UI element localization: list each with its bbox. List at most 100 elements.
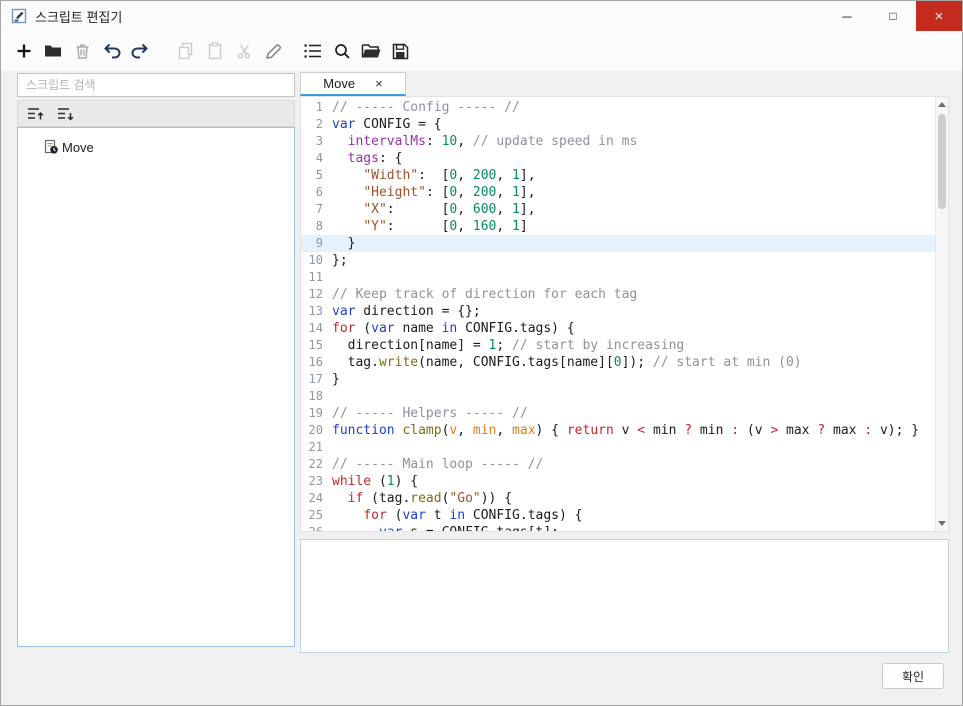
delete-button[interactable]: [71, 38, 93, 64]
code-line[interactable]: 16 tag.write(name, CONFIG.tags[name][0])…: [301, 354, 935, 371]
code-line[interactable]: 12// Keep track of direction for each ta…: [301, 286, 935, 303]
scrollbar-thumb[interactable]: [938, 114, 946, 209]
code-text: // Keep track of direction for each tag: [332, 286, 637, 303]
line-number: 6: [301, 184, 332, 201]
code-line[interactable]: 3 intervalMs: 10, // update speed in ms: [301, 133, 935, 150]
maximize-button[interactable]: □: [870, 1, 916, 31]
line-number: 2: [301, 116, 332, 133]
line-number: 8: [301, 218, 332, 235]
window-title: 스크립트 편집기: [35, 7, 122, 26]
code-line[interactable]: 22// ----- Main loop ----- //: [301, 456, 935, 473]
code-line[interactable]: 11: [301, 269, 935, 286]
toolbar: [1, 31, 962, 71]
scroll-down-arrow-icon[interactable]: [938, 521, 946, 526]
line-number: 20: [301, 422, 332, 439]
code-text: var direction = {};: [332, 303, 481, 320]
code-line[interactable]: 19// ----- Helpers ----- //: [301, 405, 935, 422]
code-line[interactable]: 5 "Width": [0, 200, 1],: [301, 167, 935, 184]
editor-scrollbar[interactable]: [935, 97, 948, 531]
app-icon: [11, 8, 27, 24]
line-number: 12: [301, 286, 332, 303]
expand-all-button[interactable]: [54, 103, 76, 125]
code-line[interactable]: 17}: [301, 371, 935, 388]
save-button[interactable]: [389, 38, 411, 64]
code-line[interactable]: 25 for (var t in CONFIG.tags) {: [301, 507, 935, 524]
list-view-button[interactable]: [302, 38, 324, 64]
line-number: 21: [301, 439, 332, 456]
code-line[interactable]: 4 tags: {: [301, 150, 935, 167]
trash-icon: [73, 42, 92, 61]
import-button[interactable]: [360, 38, 382, 64]
folder-icon: [43, 41, 63, 61]
folder-open-icon: [361, 42, 382, 60]
code-line[interactable]: 15 direction[name] = 1; // start by incr…: [301, 337, 935, 354]
code-line[interactable]: 2var CONFIG = {: [301, 116, 935, 133]
find-button[interactable]: [331, 38, 353, 64]
line-number: 18: [301, 388, 332, 405]
line-number: 5: [301, 167, 332, 184]
code-text: "Height": [0, 200, 1],: [332, 184, 536, 201]
close-button[interactable]: ×: [916, 1, 962, 31]
tab-label: Move: [323, 76, 355, 91]
tab-move[interactable]: Move ×: [300, 72, 406, 96]
code-text: };: [332, 252, 348, 269]
code-text: tags: {: [332, 150, 402, 167]
code-line[interactable]: 26 var s = CONFIG.tags[t];: [301, 524, 935, 531]
collapse-all-button[interactable]: [24, 103, 46, 125]
code-text: "Width": [0, 200, 1],: [332, 167, 536, 184]
plus-icon: [14, 41, 34, 61]
code-text: "X": [0, 600, 1],: [332, 201, 536, 218]
script-notes-panel[interactable]: [300, 539, 949, 653]
tree-toolbar: [17, 100, 295, 127]
line-number: 7: [301, 201, 332, 218]
code-line[interactable]: 6 "Height": [0, 200, 1],: [301, 184, 935, 201]
copy-button[interactable]: [175, 38, 197, 64]
code-line[interactable]: 24 if (tag.read("Go")) {: [301, 490, 935, 507]
tab-close-icon[interactable]: ×: [375, 77, 383, 90]
collapse-all-icon: [26, 106, 44, 122]
code-line[interactable]: 10};: [301, 252, 935, 269]
line-number: 15: [301, 337, 332, 354]
add-button[interactable]: [13, 38, 35, 64]
minimize-button[interactable]: ─: [824, 1, 870, 31]
line-number: 25: [301, 507, 332, 524]
ok-button[interactable]: 확인: [882, 663, 944, 689]
code-editor[interactable]: 1// ----- Config ----- //2var CONFIG = {…: [300, 96, 949, 532]
paste-button[interactable]: [204, 38, 226, 64]
undo-button[interactable]: [100, 38, 122, 64]
rename-button[interactable]: [262, 38, 284, 64]
code-text: var s = CONFIG.tags[t];: [332, 524, 559, 531]
code-text: if (tag.read("Go")) {: [332, 490, 512, 507]
code-line[interactable]: 13var direction = {};: [301, 303, 935, 320]
code-line[interactable]: 7 "X": [0, 600, 1],: [301, 201, 935, 218]
script-tree[interactable]: Move: [17, 127, 295, 647]
code-line[interactable]: 9 }: [301, 235, 935, 252]
code-line[interactable]: 1// ----- Config ----- //: [301, 99, 935, 116]
script-search-input[interactable]: [17, 73, 295, 97]
code-line[interactable]: 8 "Y": [0, 160, 1]: [301, 218, 935, 235]
window-controls: ─ □ ×: [824, 1, 962, 31]
tree-item-label: Move: [62, 140, 94, 155]
code-text: "Y": [0, 160, 1]: [332, 218, 528, 235]
code-text: // ----- Main loop ----- //: [332, 456, 543, 473]
line-number: 22: [301, 456, 332, 473]
redo-button[interactable]: [129, 38, 151, 64]
line-number: 4: [301, 150, 332, 167]
line-number: 24: [301, 490, 332, 507]
scroll-up-arrow-icon[interactable]: [938, 102, 946, 107]
line-number: 17: [301, 371, 332, 388]
line-number: 9: [301, 235, 332, 252]
line-number: 10: [301, 252, 332, 269]
cut-button[interactable]: [233, 38, 255, 64]
script-editor-window: 스크립트 편집기 ─ □ × Move: [0, 0, 963, 706]
code-line[interactable]: 21: [301, 439, 935, 456]
new-folder-button[interactable]: [42, 38, 64, 64]
code-line[interactable]: 18: [301, 388, 935, 405]
code-text: intervalMs: 10, // update speed in ms: [332, 133, 637, 150]
tree-item-move[interactable]: Move: [18, 138, 294, 156]
code-line[interactable]: 23while (1) {: [301, 473, 935, 490]
code-text: tag.write(name, CONFIG.tags[name][0]); /…: [332, 354, 802, 371]
magnifier-icon: [333, 42, 352, 61]
code-line[interactable]: 20function clamp(v, min, max) { return v…: [301, 422, 935, 439]
code-line[interactable]: 14for (var name in CONFIG.tags) {: [301, 320, 935, 337]
